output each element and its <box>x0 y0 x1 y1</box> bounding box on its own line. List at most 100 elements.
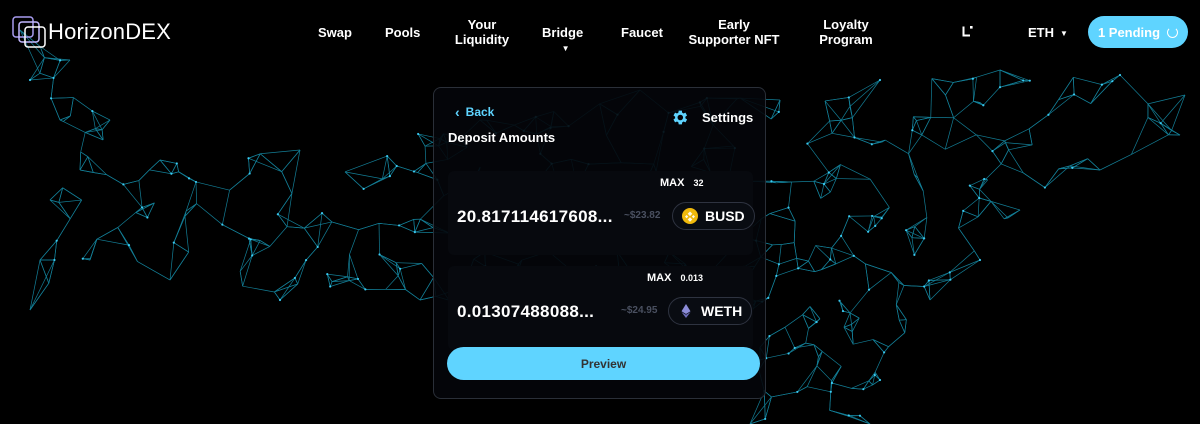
mesh-edge <box>385 275 399 290</box>
mesh-edge <box>922 190 928 218</box>
mesh-edge <box>823 164 841 185</box>
mesh-node <box>880 217 883 220</box>
nav-loyalty-line2: Program <box>819 32 873 47</box>
mesh-edge <box>1044 168 1059 188</box>
mesh-edge <box>138 180 143 208</box>
mesh-node <box>170 172 173 175</box>
mesh-edge <box>999 69 1030 82</box>
amount-input[interactable]: 20.817114617608... <box>457 207 613 227</box>
mesh-edge <box>195 181 230 191</box>
mesh-edge <box>949 259 981 273</box>
mesh-node <box>815 320 818 324</box>
mesh-edge <box>178 171 190 179</box>
mesh-node <box>221 223 224 226</box>
preview-button[interactable]: Preview <box>447 347 760 380</box>
mesh-edge <box>814 269 822 273</box>
mesh-edge <box>788 181 792 208</box>
mesh-node <box>378 253 381 256</box>
nav-bridge[interactable]: Bridge ▼ <box>542 25 583 56</box>
mesh-edge <box>195 181 197 204</box>
network-selector[interactable]: ETH ▼ <box>1028 25 1068 40</box>
mesh-node <box>829 258 832 261</box>
mesh-edge <box>976 69 1001 78</box>
nav-liquidity-line1: Your <box>467 17 497 32</box>
mesh-node <box>775 274 778 278</box>
brand-logo[interactable]: HorizonDEX <box>12 16 171 48</box>
mesh-edge <box>176 163 180 172</box>
mesh-edge <box>963 210 979 218</box>
mesh-edge <box>239 271 244 287</box>
pending-transactions-button[interactable]: 1 Pending <box>1088 16 1188 48</box>
wallet-account-icon[interactable] <box>962 25 974 37</box>
nav-your-liquidity[interactable]: Your Liquidity <box>451 17 513 47</box>
network-label: ETH <box>1028 25 1054 40</box>
mesh-edge <box>277 213 305 229</box>
mesh-node <box>53 258 56 262</box>
nav-swap-label: Swap <box>318 25 352 40</box>
mesh-edge <box>149 169 172 175</box>
mesh-edge <box>953 117 977 136</box>
nav-early-supporter-nft[interactable]: Early Supporter NFT <box>684 17 784 47</box>
mesh-edge <box>769 213 796 222</box>
mesh-edge <box>1028 128 1033 145</box>
mesh-edge <box>807 386 831 393</box>
mesh-edge <box>321 212 333 223</box>
mesh-edge <box>784 327 796 349</box>
mesh-node <box>923 237 926 240</box>
mesh-edge <box>188 178 197 183</box>
mesh-node <box>399 267 402 270</box>
mesh-edge <box>769 326 786 337</box>
mesh-edge <box>327 273 348 278</box>
max-button[interactable]: MAX 32 <box>660 177 703 189</box>
mesh-edge <box>396 165 415 172</box>
back-button[interactable]: ‹ Back <box>455 104 494 120</box>
mesh-edge <box>888 332 905 347</box>
settings-button[interactable]: Settings <box>670 108 753 127</box>
mesh-node <box>81 257 84 260</box>
mesh-edge <box>62 187 82 201</box>
nav-faucet[interactable]: Faucet <box>621 25 663 40</box>
mesh-node <box>822 182 826 186</box>
token-select-busd[interactable]: BUSD <box>672 202 755 230</box>
mesh-edge <box>851 324 853 332</box>
mesh-edge <box>914 238 925 256</box>
mesh-edge <box>169 251 189 281</box>
mesh-edge <box>414 219 421 233</box>
mesh-edge <box>1003 209 1021 220</box>
amount-input[interactable]: 0.01307488088... <box>457 302 594 322</box>
mesh-edge <box>79 169 94 173</box>
mesh-edge <box>813 180 825 185</box>
mesh-edge <box>59 119 64 122</box>
max-button[interactable]: MAX 0.013 <box>647 272 703 284</box>
busd-coin-icon <box>682 208 698 224</box>
mesh-edge <box>824 97 849 102</box>
nav-pools[interactable]: Pools <box>385 25 420 40</box>
mesh-edge <box>138 169 150 181</box>
mesh-edge <box>82 239 98 259</box>
mesh-node <box>806 142 809 145</box>
mesh-edge <box>379 254 397 263</box>
mesh-edge <box>419 277 434 301</box>
mesh-edge <box>1147 94 1186 105</box>
mesh-edge <box>898 320 906 333</box>
mesh-edge <box>849 312 860 319</box>
mesh-node <box>830 381 834 385</box>
mesh-edge <box>398 219 414 226</box>
mesh-node <box>841 309 845 313</box>
mesh-edge <box>769 207 789 214</box>
mesh-edge <box>784 314 803 328</box>
mesh-node <box>983 177 986 181</box>
nav-loyalty-program[interactable]: Loyalty Program <box>815 17 877 47</box>
mesh-edge <box>49 199 71 220</box>
mesh-edge <box>813 181 822 199</box>
mesh-edge <box>873 216 876 226</box>
mesh-edge <box>767 275 777 299</box>
nav-bridge-label: Bridge <box>542 25 584 40</box>
mesh-edge <box>357 278 366 290</box>
nav-swap[interactable]: Swap <box>318 25 352 40</box>
mesh-edge <box>874 218 883 227</box>
mesh-edge <box>1171 94 1186 131</box>
max-value: 32 <box>693 178 704 188</box>
token-select-weth[interactable]: WETH <box>668 297 753 325</box>
mesh-edge <box>344 171 383 180</box>
